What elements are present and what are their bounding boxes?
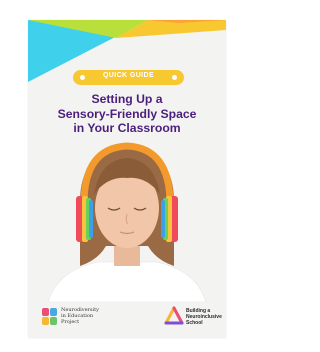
brand-left-line-3: Project [61,318,80,325]
title-line-3: in Your Classroom [73,121,181,135]
title-line-1: Setting Up a [91,92,163,106]
quick-guide-badge: QUICK GUIDE [73,70,184,85]
badge-dot-right [172,75,177,80]
brand-right-line-3: School [186,319,203,326]
puzzle-logo-icon [42,308,57,325]
triangle-logo-icon [164,306,184,325]
badge-label: QUICK GUIDE [102,72,155,79]
title-line-2: Sensory-Friendly Space [57,106,197,121]
page-title: Setting Up a Sensory-Friendly Space in Y… [28,92,226,136]
child-with-headphones-photo [47,142,207,302]
